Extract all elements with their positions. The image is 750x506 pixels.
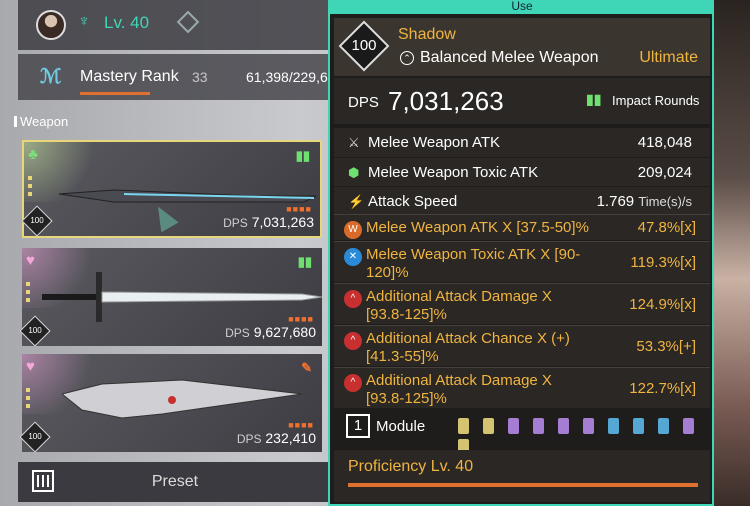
proficiency: Proficiency Lv. 40 bbox=[334, 450, 710, 502]
weapon-image-shadow bbox=[58, 189, 317, 203]
weapon-name: Shadow bbox=[398, 26, 456, 43]
weapon-image-rifle bbox=[62, 379, 303, 419]
module-slot-icon bbox=[533, 418, 544, 434]
weapon-grade: Ultimate bbox=[639, 49, 698, 66]
rank-gem-icon bbox=[176, 10, 200, 34]
module-slot-icon bbox=[583, 418, 594, 434]
mastery-progress-bar bbox=[80, 92, 150, 95]
substat-row[interactable]: ^ Additional Attack Damage X [93.8-125]%… bbox=[334, 367, 710, 408]
additional-attack-icon: ^ bbox=[344, 374, 362, 392]
weapon-dps: DPS 7,031,263 bbox=[223, 214, 314, 230]
proficiency-bar bbox=[348, 483, 698, 487]
player-level: Lv. 40 bbox=[104, 13, 150, 32]
preset-label: Preset bbox=[151, 473, 199, 490]
module-count: 1 bbox=[346, 414, 370, 438]
module-row[interactable]: 1 Module bbox=[334, 408, 710, 455]
speed-icon: ⚡ bbox=[348, 194, 365, 209]
rarity-stars: ■■■■ bbox=[288, 314, 314, 324]
proficiency-label: Proficiency Lv. 40 bbox=[348, 458, 474, 475]
impact-rounds-icon: ▮▮ bbox=[295, 148, 310, 163]
impact-rounds-icon: ▮▮ bbox=[586, 91, 602, 107]
ammo-type: Impact Rounds bbox=[612, 93, 700, 108]
weapon-level-badge: 100 bbox=[21, 205, 53, 237]
mastery-rank: ℳ Mastery Rank 33 61,398/229,6 bbox=[18, 54, 334, 100]
module-label: Module bbox=[376, 418, 426, 435]
level-dots bbox=[26, 388, 30, 412]
additional-attack-icon: ^ bbox=[344, 290, 362, 308]
substat-row[interactable]: ^ Additional Attack Chance X (+) [41.3-5… bbox=[334, 325, 710, 366]
module-slot-icon bbox=[508, 418, 519, 434]
background-character bbox=[712, 0, 750, 506]
avatar[interactable] bbox=[36, 10, 66, 40]
weapon-dps: DPS 9,627,680 bbox=[225, 324, 316, 340]
rarity-stars: ■■■■ bbox=[288, 420, 314, 430]
weapon-header: 100 Shadow ⌃ Balanced Melee Weapon Ultima… bbox=[334, 18, 710, 76]
dps-value: 7,031,263 bbox=[388, 86, 504, 116]
module-slot-icon bbox=[608, 418, 619, 434]
module-slot-icon bbox=[483, 418, 494, 434]
module-slot-icon bbox=[458, 418, 469, 434]
stat-row: ⚡ Attack Speed 1.769 Time(s)/s bbox=[334, 187, 710, 216]
substats: W Melee Weapon ATK X [37.5-50]% 47.8%[x]… bbox=[334, 214, 710, 409]
rarity-stars: ■■■■ bbox=[286, 204, 312, 214]
weapon-dps: DPS 232,410 bbox=[236, 430, 316, 446]
toxic-atk-icon: ✕ bbox=[344, 248, 362, 266]
base-stats: ⚔ Melee Weapon ATK 418,048 ⬢ Melee Weapo… bbox=[334, 128, 710, 217]
dps-row: DPS 7,031,263 ▮▮ Impact Rounds bbox=[334, 78, 710, 124]
weapon-slot-3[interactable]: ♥ ✎ 100 ■■■■ DPS 232,410 bbox=[19, 354, 322, 453]
level-icon: ♆ bbox=[78, 13, 90, 30]
module-slot-icon bbox=[658, 418, 669, 434]
stat-row: ⚔ Melee Weapon ATK 418,048 bbox=[334, 128, 710, 157]
substat-row[interactable]: ^ Additional Attack Damage X [93.8-125]%… bbox=[334, 283, 710, 324]
weapon-section-label: Weapon bbox=[13, 114, 69, 129]
player-profile: ♆ Lv. 40 bbox=[18, 0, 334, 50]
toxic-icon: ⬢ bbox=[348, 164, 360, 180]
weapon-image-sword bbox=[42, 272, 322, 322]
weapon-level-badge: 100 bbox=[19, 421, 51, 453]
weapon-level-badge: 100 bbox=[338, 20, 390, 72]
left-panel: ♆ Lv. 40 ℳ Mastery Rank 33 61,398/229,6 … bbox=[0, 0, 334, 506]
heart-icon: ♥ bbox=[26, 252, 35, 269]
additional-attack-icon: ^ bbox=[344, 332, 362, 350]
stat-row: ⬢ Melee Weapon Toxic ATK 209,024 bbox=[334, 157, 710, 186]
use-button[interactable]: Use bbox=[330, 0, 714, 14]
mastery-xp: 61,398/229,6 bbox=[246, 69, 328, 85]
mastery-icon: ℳ bbox=[40, 66, 62, 88]
dps-label: DPS bbox=[348, 94, 379, 111]
module-slot-icon bbox=[558, 418, 569, 434]
weapon-detail-popup: Use 100 Shadow ⌃ Balanced Melee Weapon Ul… bbox=[328, 0, 714, 506]
level-dots bbox=[28, 176, 32, 200]
module-slot-icon bbox=[633, 418, 644, 434]
heart-icon: ♥ bbox=[26, 358, 35, 375]
substat-row[interactable]: W Melee Weapon ATK X [37.5-50]% 47.8%[x] bbox=[334, 214, 710, 240]
module-slot-icon bbox=[683, 418, 694, 434]
balanced-icon: ⌃ bbox=[400, 51, 414, 65]
level-dots bbox=[26, 282, 30, 306]
weapon-type: ⌃ Balanced Melee Weapon bbox=[400, 49, 599, 67]
melee-atk-icon: W bbox=[344, 221, 362, 239]
substat-row[interactable]: ✕ Melee Weapon Toxic ATK X [90-120]% 119… bbox=[334, 241, 710, 282]
mastery-label: Mastery Rank bbox=[80, 68, 179, 85]
preset-button[interactable]: Preset bbox=[18, 462, 332, 502]
club-icon: ♣ bbox=[28, 146, 38, 163]
weapon-slot-2[interactable]: ♥ ▮▮ 100 ■■■■ DPS 9,627,680 bbox=[19, 248, 322, 347]
mastery-rank-value: 33 bbox=[192, 69, 208, 85]
sword-icon: ⚔ bbox=[348, 135, 360, 150]
